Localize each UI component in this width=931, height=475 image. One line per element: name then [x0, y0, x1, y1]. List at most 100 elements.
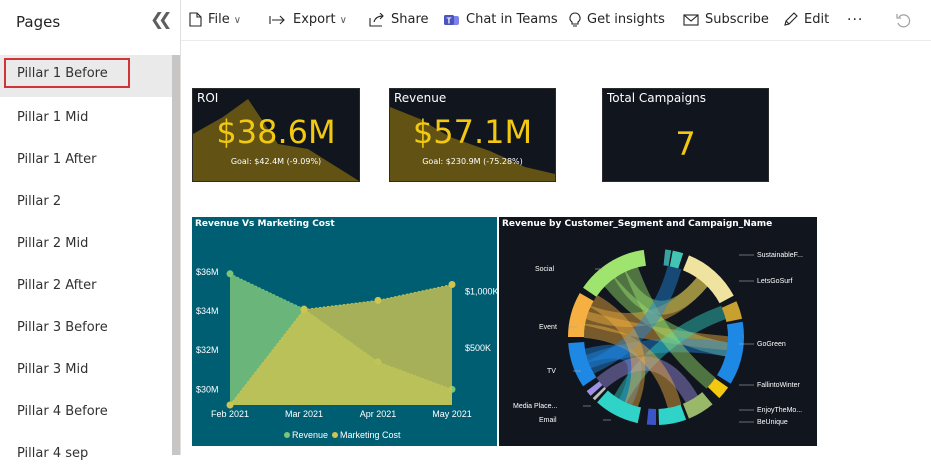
page-list-scrollbar[interactable]: [172, 55, 180, 455]
y-axis-left-tick-label: $34M: [196, 306, 219, 316]
page-item-label: Pillar 2: [17, 194, 62, 209]
page-item-label: Pillar 3 Mid: [17, 362, 89, 377]
get-insights-button[interactable]: Get insights: [569, 0, 665, 40]
chord-segment: [663, 249, 672, 267]
chord-label-right: GoGreen: [757, 341, 786, 348]
page-item-label: Pillar 4 sep: [17, 446, 89, 461]
data-point: [448, 280, 456, 288]
reset-button[interactable]: [895, 0, 917, 40]
report-toolbar: File ∨ Export ∨ Share T Chat in Teams Get i…: [181, 0, 931, 41]
page-item-label: Pillar 1 After: [17, 152, 97, 167]
page-item-label: Pillar 3 Before: [17, 320, 108, 335]
file-icon: [189, 12, 202, 27]
pages-title: Pages: [16, 13, 61, 31]
share-label: Share: [391, 12, 429, 27]
total-campaigns-value: 7: [675, 125, 696, 163]
undo-icon: [896, 13, 911, 27]
page-item-label: Pillar 1 Mid: [17, 110, 89, 125]
page-item-pillar-3-mid[interactable]: Pillar 3 Mid: [0, 349, 172, 391]
chord-label-left: Social: [535, 266, 555, 273]
x-axis-tick-label: May 2021: [432, 409, 472, 419]
report-canvas: ROI $38.6M Goal: $42.4M (-9.09%) Revenue…: [181, 41, 931, 455]
page-item-label: Pillar 4 Before: [17, 404, 108, 419]
chord-label-left: Event: [539, 324, 557, 331]
svg-text:T: T: [447, 16, 452, 25]
page-item-pillar-4-before[interactable]: Pillar 4 Before: [0, 391, 172, 433]
roi-goal: Goal: $42.4M (-9.09%): [230, 157, 322, 166]
page-item-pillar-1-after[interactable]: Pillar 1 After: [0, 139, 172, 181]
page-item-pillar-2-after[interactable]: Pillar 2 After: [0, 265, 172, 307]
pages-pane: Pages ❮❮ Pillar 1 Before Pillar 1 Mid Pi…: [0, 0, 181, 461]
subscribe-label: Subscribe: [705, 12, 769, 27]
legend-label: Revenue: [292, 430, 328, 440]
chevron-down-icon: ∨: [339, 15, 347, 26]
page-item-pillar-2-mid[interactable]: Pillar 2 Mid: [0, 223, 172, 265]
page-list: Pillar 1 Before Pillar 1 Mid Pillar 1 Af…: [0, 55, 172, 475]
chord-label-left: TV: [547, 368, 556, 375]
share-button[interactable]: Share: [369, 0, 429, 40]
revenue-title: Revenue: [394, 91, 447, 105]
page-item-pillar-2[interactable]: Pillar 2: [0, 181, 172, 223]
revenue-goal: Goal: $230.9M (-75.28%): [422, 157, 523, 166]
revenue-vs-marketing-cost-chart[interactable]: Revenue Vs Marketing Cost $36M $34M $32M $3…: [192, 217, 497, 446]
revenue-vs-marketing-cost-plot: $36M $34M $32M $30M $1,000K $500K Feb 2021 Mar …: [196, 267, 497, 440]
chord-diagram: Social Event TV Media Place... Email Sustaina…: [513, 249, 803, 426]
chord-segment: [646, 408, 656, 425]
export-menu-button[interactable]: Export ∨: [269, 0, 347, 40]
share-icon: [369, 12, 384, 27]
chord-label-left: Media Place...: [513, 403, 557, 410]
data-point: [226, 401, 234, 409]
export-label: Export: [293, 12, 336, 27]
revenue-value: $57.1M: [412, 113, 533, 151]
chevron-down-icon: ∨: [233, 15, 242, 26]
subscribe-button[interactable]: Subscribe: [683, 0, 769, 40]
chord-segment: [669, 250, 684, 269]
x-axis-tick-label: Mar 2021: [285, 409, 323, 419]
collapse-pane-icon[interactable]: ❮❮: [150, 10, 172, 30]
revenue-kpi-card[interactable]: Revenue $57.1M Goal: $230.9M (-75.28%): [389, 88, 556, 182]
roi-kpi-card[interactable]: ROI $38.6M Goal: $42.4M (-9.09%): [192, 88, 360, 182]
legend-marker: [332, 432, 338, 438]
chord-label-left: Email: [539, 417, 557, 424]
chord-ribbon: [596, 356, 699, 403]
edit-label: Edit: [804, 12, 830, 27]
roi-title: ROI: [197, 91, 219, 105]
revenue-by-segment-campaign-chart[interactable]: Revenue by Customer_Segment and Campaign…: [499, 217, 817, 446]
roi-value: $38.6M: [216, 113, 336, 151]
mail-icon: [683, 13, 699, 26]
export-icon: [269, 15, 285, 24]
total-campaigns-kpi-card[interactable]: Total Campaigns 7: [602, 88, 769, 182]
y-axis-right-tick-label: $1,000K: [465, 286, 497, 296]
chat-in-teams-button[interactable]: T Chat in Teams: [443, 0, 558, 40]
page-item-pillar-4-sep[interactable]: Pillar 4 sep: [0, 433, 172, 475]
chord-label-right: LetsGoSurf: [757, 278, 792, 285]
teams-icon: T: [444, 14, 459, 25]
chord-segment: [658, 404, 687, 425]
data-point: [226, 270, 234, 278]
chord-label-right: SustainableF...: [757, 252, 803, 259]
total-campaigns-title: Total Campaigns: [607, 91, 707, 105]
page-item-pillar-1-mid[interactable]: Pillar 1 Mid: [0, 97, 172, 139]
data-point: [300, 305, 308, 313]
legend-marker: [284, 432, 290, 438]
page-item-label: Pillar 2 Mid: [17, 236, 89, 251]
pages-pane-header: Pages ❮❮: [0, 0, 181, 44]
pencil-icon: [784, 12, 798, 26]
page-item-pillar-3-before[interactable]: Pillar 3 Before: [0, 307, 172, 349]
edit-button[interactable]: Edit: [783, 0, 829, 40]
chord-label-right: BeUnique: [757, 419, 788, 426]
x-axis-tick-label: Apr 2021: [360, 409, 397, 419]
y-axis-left-tick-label: $30M: [196, 384, 219, 394]
legend-label: Marketing Cost: [340, 430, 401, 440]
more-options-button[interactable]: ···: [847, 0, 863, 40]
y-axis-left-tick-label: $32M: [196, 345, 219, 355]
lightbulb-icon: [569, 11, 581, 27]
page-item-label: Pillar 1 Before: [17, 66, 108, 81]
file-menu-button[interactable]: File ∨: [189, 0, 241, 40]
page-item-label: Pillar 2 After: [17, 278, 97, 293]
page-item-pillar-1-before[interactable]: Pillar 1 Before: [0, 55, 172, 97]
file-label: File: [208, 12, 230, 27]
chord-label-right: FallintoWinter: [757, 382, 800, 389]
chord-label-right: EnjoyTheMo...: [757, 407, 802, 414]
x-axis-tick-label: Feb 2021: [211, 409, 249, 419]
